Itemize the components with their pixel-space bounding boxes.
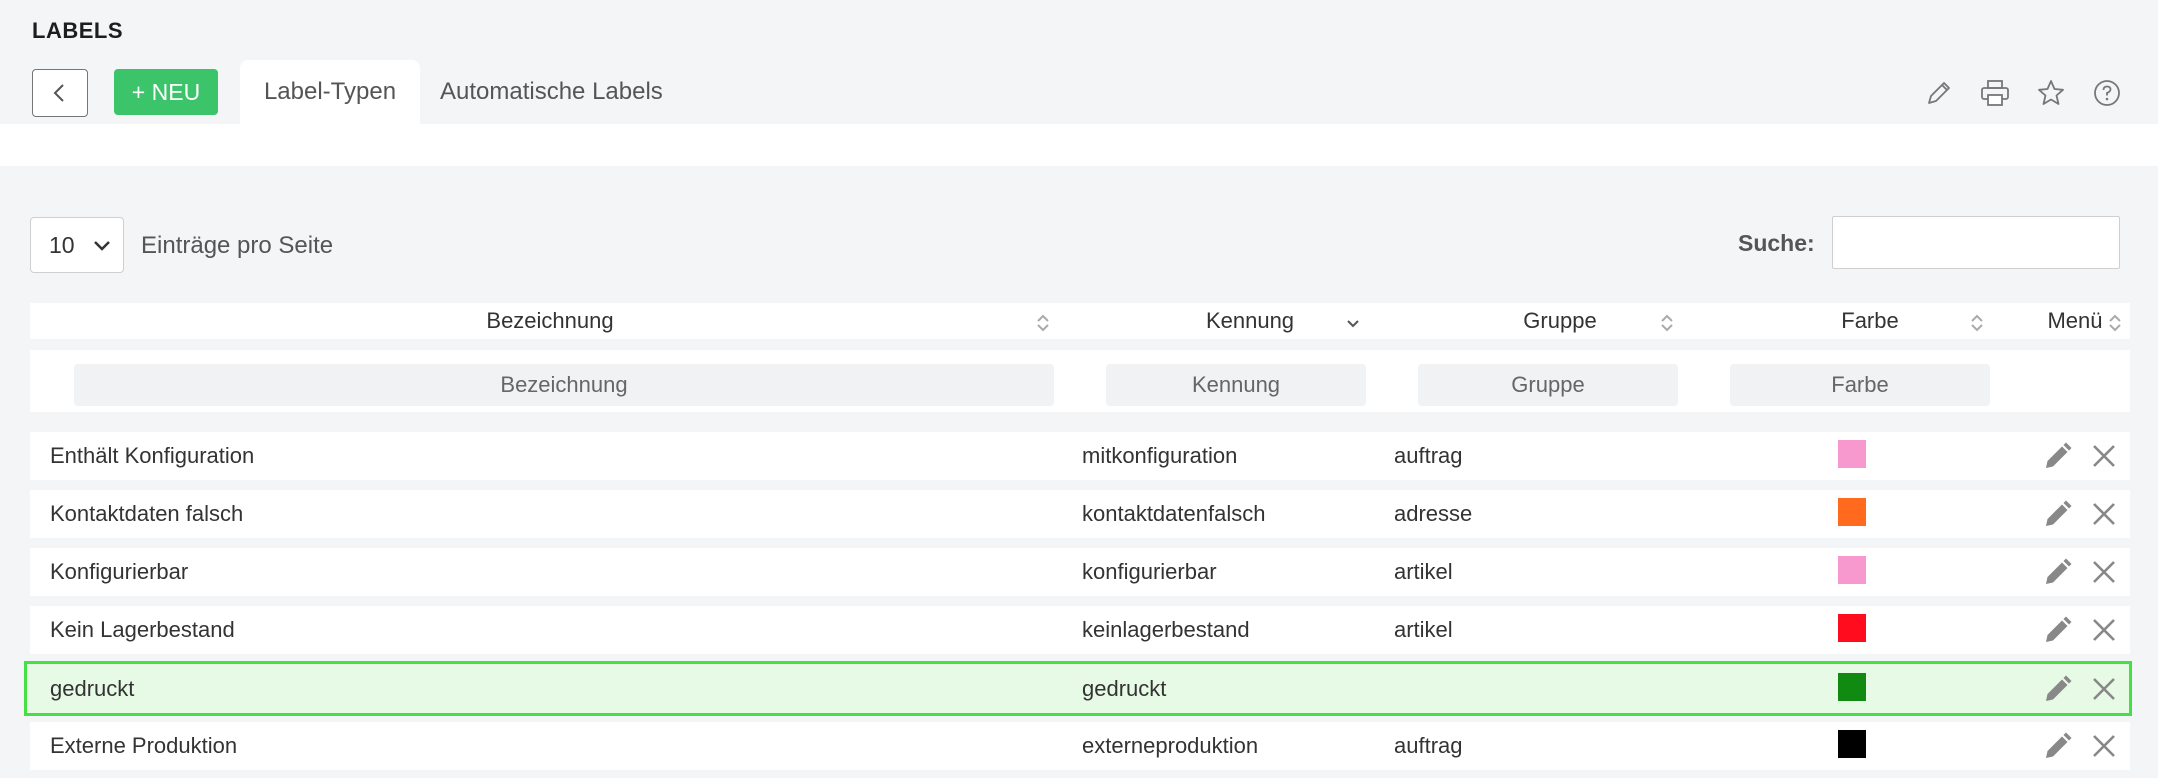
edit-icon[interactable]	[2040, 728, 2076, 764]
cell-bezeichnung: gedruckt	[50, 675, 135, 701]
help-icon[interactable]	[2090, 76, 2124, 110]
new-button[interactable]: + NEU	[114, 69, 218, 115]
table-row[interactable]: Enthält Konfiguration mitkonfiguration a…	[30, 432, 2130, 480]
cell-bezeichnung: Externe Produktion	[50, 733, 238, 758]
edit-icon[interactable]	[2040, 496, 2076, 532]
print-icon[interactable]	[1978, 76, 2012, 110]
table-row-selected[interactable]: gedruckt gedruckt	[24, 661, 2132, 716]
table-row[interactable]: Konfigurierbar konfigurierbar artikel	[30, 548, 2130, 596]
filter-gruppe[interactable]: Gruppe	[1418, 364, 1678, 406]
table-header: Bezeichnung Kennung Gruppe Farbe Menü	[30, 303, 2130, 339]
page-title: LABELS	[32, 18, 123, 43]
back-button[interactable]	[32, 69, 88, 117]
page-size-select[interactable]: 10	[30, 217, 124, 273]
pencil-icon[interactable]	[1922, 76, 1956, 110]
header-divider-band	[0, 124, 2158, 166]
delete-icon[interactable]	[2086, 728, 2122, 764]
color-swatch	[1838, 498, 1866, 526]
table-row[interactable]: Kein Lagerbestand keinlagerbestand artik…	[30, 606, 2130, 654]
filter-kennung[interactable]: Kennung	[1106, 364, 1366, 406]
tab-label-typen[interactable]: Label-Typen	[240, 60, 420, 124]
sort-icon	[1037, 314, 1049, 332]
color-swatch	[1838, 730, 1866, 758]
cell-kennung: keinlagerbestand	[1082, 617, 1250, 642]
page-size-value: 10	[49, 231, 75, 258]
cell-gruppe: adresse	[1394, 501, 1473, 526]
tab-automatische-labels[interactable]: Automatische Labels	[440, 60, 663, 124]
delete-icon[interactable]	[2086, 438, 2122, 474]
star-icon[interactable]	[2034, 76, 2068, 110]
column-header-bezeichnung[interactable]: Bezeichnung	[30, 303, 1070, 339]
table-row[interactable]: Externe Produktion externeproduktion auf…	[30, 722, 2130, 770]
delete-icon[interactable]	[2086, 554, 2122, 590]
delete-icon[interactable]	[2086, 612, 2122, 648]
cell-bezeichnung: Enthält Konfiguration	[50, 443, 255, 468]
sort-icon	[1661, 314, 1673, 332]
edit-icon[interactable]	[2040, 438, 2076, 474]
delete-icon[interactable]	[2086, 496, 2122, 532]
page-size-label: Einträge pro Seite	[141, 232, 334, 259]
cell-gruppe: auftrag	[1394, 443, 1463, 468]
color-swatch	[1838, 440, 1866, 468]
cell-gruppe: auftrag	[1394, 733, 1463, 758]
color-swatch	[1838, 556, 1866, 584]
cell-kennung: konfigurierbar	[1082, 559, 1217, 584]
cell-kennung: gedruckt	[1082, 675, 1167, 701]
cell-kennung: mitkonfiguration	[1082, 443, 1238, 468]
table-row[interactable]: Kontaktdaten falsch kontaktdatenfalsch a…	[30, 490, 2130, 538]
delete-icon[interactable]	[2086, 671, 2122, 707]
color-swatch	[1838, 673, 1866, 701]
cell-bezeichnung: Konfigurierbar	[50, 559, 189, 584]
cell-kennung: kontaktdatenfalsch	[1082, 501, 1266, 526]
edit-icon[interactable]	[2040, 671, 2076, 707]
cell-kennung: externeproduktion	[1082, 733, 1259, 758]
color-swatch	[1838, 614, 1866, 642]
search-label: Suche:	[1738, 230, 1815, 256]
filter-bezeichnung[interactable]: Bezeichnung	[74, 364, 1054, 406]
chevron-left-icon	[53, 84, 64, 102]
sort-desc-icon	[1347, 320, 1359, 328]
filter-farbe[interactable]: Farbe	[1730, 364, 1990, 406]
cell-bezeichnung: Kein Lagerbestand	[50, 617, 235, 642]
search-input[interactable]	[1832, 216, 2120, 269]
chevron-down-icon	[94, 241, 110, 251]
sort-icon	[2109, 314, 2121, 332]
cell-gruppe: artikel	[1394, 617, 1453, 642]
filter-row: Bezeichnung Kennung Gruppe Farbe	[30, 350, 2130, 412]
sort-icon	[1971, 314, 1983, 332]
cell-bezeichnung: Kontaktdaten falsch	[50, 501, 244, 526]
cell-gruppe: artikel	[1394, 559, 1453, 584]
edit-icon[interactable]	[2040, 612, 2076, 648]
edit-icon[interactable]	[2040, 554, 2076, 590]
